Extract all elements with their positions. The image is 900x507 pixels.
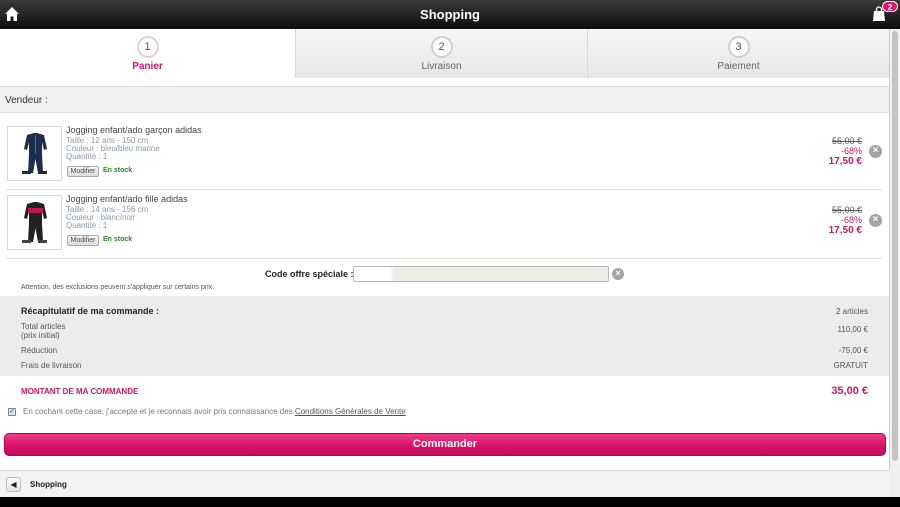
step-label: Paiement bbox=[717, 61, 760, 72]
product-quantity: Quantité : 1 bbox=[66, 152, 108, 161]
step-label: Livraison bbox=[421, 61, 462, 72]
page-title: Shopping bbox=[420, 7, 480, 22]
cart-item: Jogging enfant/ado garçon adidas Taille … bbox=[6, 124, 882, 190]
bottom-bar-label: Shopping bbox=[30, 480, 67, 489]
vendeur-header: Vendeur : bbox=[0, 86, 889, 113]
step-paiement[interactable]: 3 Paiement bbox=[587, 29, 889, 78]
clear-icon[interactable]: × bbox=[612, 268, 624, 280]
product-name[interactable]: Jogging enfant/ado garçon adidas bbox=[66, 125, 202, 135]
modifier-button[interactable]: Modifier bbox=[67, 235, 99, 246]
promo-code-input[interactable] bbox=[353, 266, 609, 282]
total-articles-label: Total articles (prix initial) bbox=[21, 322, 65, 340]
checkout-steps: 1 Panier 2 Livraison 3 Paiement bbox=[0, 29, 889, 79]
total-articles-sub: (prix initial) bbox=[21, 331, 60, 340]
product-quantity: Quantité : 1 bbox=[66, 221, 108, 230]
promo-code-label: Code offre spéciale : bbox=[265, 269, 354, 279]
price-final: 17,50 € bbox=[828, 156, 862, 167]
modifier-button[interactable]: Modifier bbox=[67, 166, 99, 177]
total-articles-value: 110,00 € bbox=[837, 325, 868, 334]
product-image[interactable] bbox=[7, 126, 62, 181]
exclusions-notice: Attention, des exclusions peuvent s'appl… bbox=[21, 284, 215, 291]
summary-count: 2 articles bbox=[835, 307, 868, 316]
step-livraison[interactable]: 2 Livraison bbox=[295, 29, 587, 78]
order-total-value: 35,00 € bbox=[831, 385, 868, 397]
bottom-scroll-corner bbox=[889, 470, 900, 497]
stock-status: En stock bbox=[103, 167, 133, 174]
summary-title: Récapitulatif de ma commande : bbox=[21, 306, 160, 316]
price-discount: -68% bbox=[840, 146, 862, 156]
total-articles-text: Total articles bbox=[21, 322, 66, 331]
product-details: Taille : 12 ans - 150 cm Couleur : bleu/… bbox=[66, 137, 160, 161]
bottom-bar: ◀ Shopping bbox=[0, 470, 889, 497]
scrollbar-thumb[interactable] bbox=[892, 31, 898, 461]
product-name[interactable]: Jogging enfant/ado fille adidas bbox=[66, 194, 188, 204]
cart-count-badge: 2 bbox=[882, 1, 898, 12]
commander-button[interactable]: Commander bbox=[4, 433, 886, 456]
price-final: 17,50 € bbox=[828, 225, 862, 236]
price-original: 55,00 € bbox=[831, 136, 862, 146]
product-details: Taille : 14 ans - 156 cm Couleur : blanc… bbox=[66, 206, 148, 230]
step-label: Panier bbox=[132, 61, 163, 72]
top-bar: Shopping 2 bbox=[0, 0, 900, 29]
order-total-label: MONTANT DE MA COMMANDE bbox=[21, 387, 139, 396]
shipping-value: GRATUIT bbox=[833, 361, 868, 370]
cgv-checkbox[interactable]: ✓ bbox=[8, 408, 16, 416]
cart-item: Jogging enfant/ado fille adidas Taille :… bbox=[6, 193, 882, 259]
reduction-label: Réduction bbox=[21, 346, 58, 355]
price-discount: -68% bbox=[840, 215, 862, 225]
step-number: 1 bbox=[136, 36, 159, 58]
cgv-text: En cochant cette case, j'accepte et je r… bbox=[23, 407, 406, 416]
stock-status: En stock bbox=[103, 236, 133, 243]
cgv-link[interactable]: Conditions Générales de Vente bbox=[295, 407, 406, 416]
close-icon[interactable]: × bbox=[869, 214, 882, 227]
shipping-label: Frais de livraison bbox=[21, 361, 82, 370]
close-icon[interactable]: × bbox=[869, 145, 882, 158]
app-window: Shopping 2 1 Panier 2 Livraison 3 Paieme… bbox=[0, 0, 900, 507]
scrollbar[interactable] bbox=[889, 29, 900, 470]
bottom-edge bbox=[0, 497, 900, 507]
cgv-statement: En cochant cette case, j'accepte et je r… bbox=[23, 407, 293, 416]
step-number: 2 bbox=[430, 36, 453, 58]
product-image[interactable] bbox=[7, 195, 62, 250]
order-summary: Récapitulatif de ma commande : 2 article… bbox=[0, 296, 889, 376]
reduction-value: -75,00 € bbox=[838, 346, 868, 355]
step-panier[interactable]: 1 Panier bbox=[0, 29, 295, 79]
cart-page: 1 Panier 2 Livraison 3 Paiement Vendeur … bbox=[0, 29, 889, 470]
back-icon[interactable]: ◀ bbox=[6, 477, 21, 492]
step-number: 3 bbox=[727, 36, 750, 58]
price-original: 55,00 € bbox=[831, 205, 862, 215]
